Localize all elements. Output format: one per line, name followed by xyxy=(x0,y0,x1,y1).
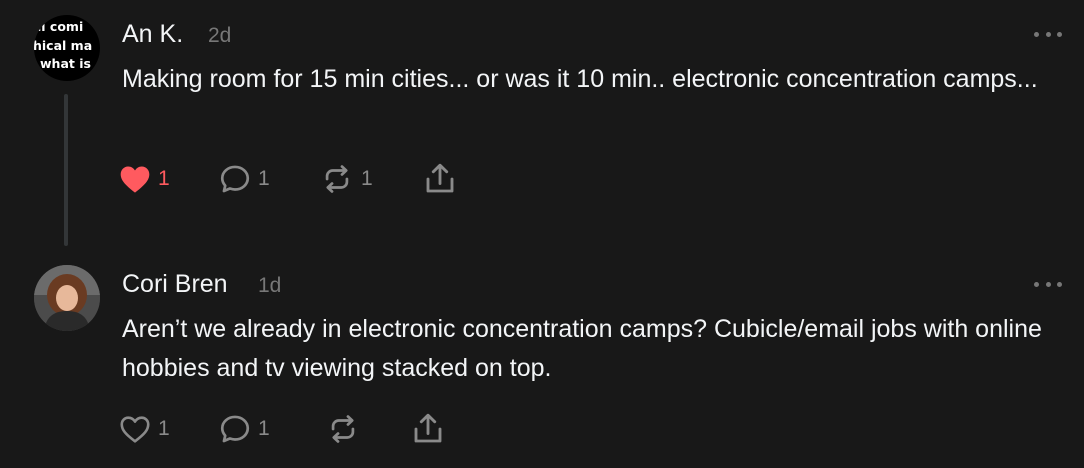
thread-post: Cori Bren 1d Aren’t we already in electr… xyxy=(0,0,1084,468)
share-icon xyxy=(414,413,442,443)
author-name[interactable]: Cori Bren xyxy=(122,270,228,299)
share-button[interactable] xyxy=(410,409,446,449)
reply-button[interactable]: 1 xyxy=(218,409,270,449)
more-icon xyxy=(1034,281,1039,287)
heart-icon xyxy=(120,416,150,443)
like-button[interactable]: 1 xyxy=(118,409,170,449)
avatar[interactable] xyxy=(34,265,100,331)
post-text: Aren’t we already in electronic concentr… xyxy=(122,315,1042,382)
reply-icon xyxy=(220,415,250,443)
repost-button[interactable] xyxy=(325,409,361,449)
post-time: 1d xyxy=(258,274,282,297)
more-options-button[interactable] xyxy=(1034,280,1062,288)
like-count: 1 xyxy=(158,417,170,440)
reply-count: 1 xyxy=(258,417,270,440)
repost-icon xyxy=(331,415,355,443)
avatar-photo xyxy=(34,265,100,331)
